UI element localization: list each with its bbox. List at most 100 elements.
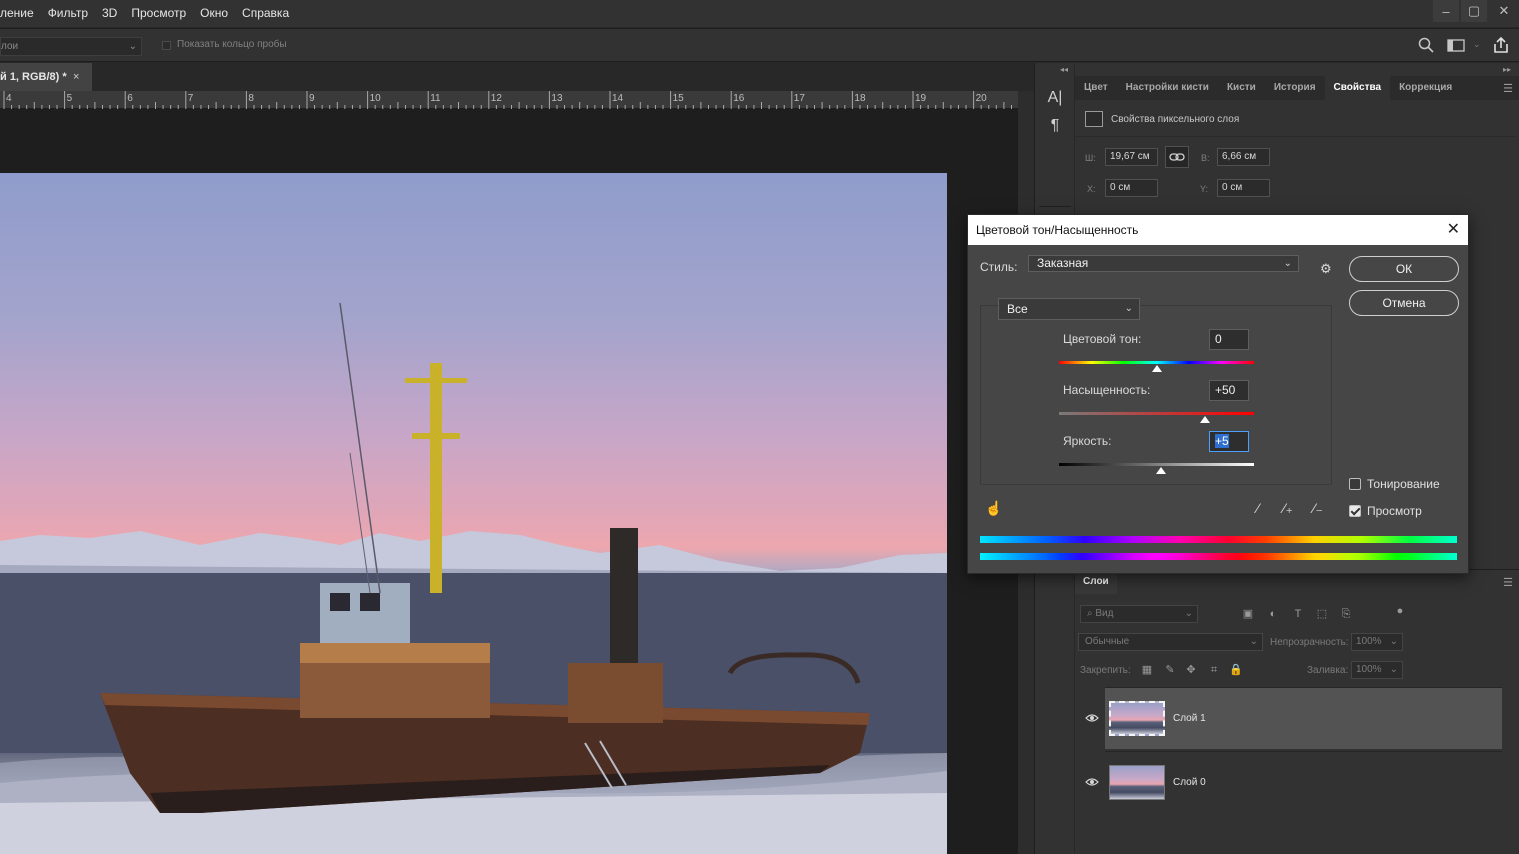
hue-field[interactable]: 0 — [1209, 329, 1249, 350]
lock-all-icon[interactable]: 🔒 — [1229, 663, 1243, 677]
lock-artboard-icon[interactable]: ⌗ — [1207, 663, 1221, 677]
lock-transparency-icon[interactable]: ▦ — [1140, 663, 1154, 677]
lightness-field[interactable]: +5 — [1209, 431, 1249, 452]
menu-view[interactable]: Просмотр — [124, 0, 193, 27]
ok-button[interactable]: ОК — [1349, 256, 1459, 282]
lightness-slider-thumb[interactable] — [1156, 467, 1167, 474]
ruler-label: 20 — [975, 93, 987, 104]
tab-brushes[interactable]: Кисти — [1218, 76, 1265, 100]
layers-panel: Слои ☰ ⌕ Вид ⌄ ▣ ◐ T ⬚ ⎘ ● Обычные ⌄ Неп… — [1075, 569, 1519, 854]
saturation-field[interactable]: +50 — [1209, 380, 1249, 401]
x-field[interactable]: 0 см — [1105, 179, 1158, 197]
canvas-area[interactable] — [0, 109, 1018, 854]
workspace-icon[interactable] — [1447, 39, 1465, 52]
lightness-slider-track[interactable] — [1059, 463, 1254, 466]
saturation-slider-thumb[interactable] — [1200, 416, 1211, 423]
menu-filter[interactable]: Фильтр — [41, 0, 95, 27]
document-tabs: й 1, RGB/8) * × — [0, 63, 1034, 91]
layer-thumbnail — [1109, 765, 1165, 800]
x-label: X: — [1087, 184, 1096, 194]
document-tab[interactable]: й 1, RGB/8) * × — [0, 63, 92, 91]
eyedropper-minus-icon[interactable]: ⁄₋ — [1308, 498, 1328, 518]
collapse-icon[interactable]: ◂◂ — [1060, 65, 1068, 74]
filter-smartobject-icon[interactable]: ⎘ — [1339, 607, 1353, 621]
height-field[interactable]: 6,66 см — [1217, 148, 1270, 166]
opacity-value: 100% — [1356, 636, 1382, 647]
collapse-icon[interactable]: ▸▸ — [1503, 65, 1511, 74]
layer-row[interactable]: Слой 0 — [1085, 751, 1502, 813]
layer-filter-select[interactable]: ⌕ Вид ⌄ — [1080, 605, 1198, 623]
filter-pixel-icon[interactable]: ▣ — [1241, 607, 1255, 621]
menu-help[interactable]: Справка — [235, 0, 296, 27]
preview-checkbox[interactable] — [1349, 505, 1361, 517]
layer-name[interactable]: Слой 0 — [1173, 777, 1206, 788]
ruler-label: 16 — [733, 93, 745, 104]
ruler-label: 15 — [672, 93, 684, 104]
gear-icon[interactable]: ⚙ — [1320, 261, 1338, 279]
colorize-checkbox[interactable] — [1349, 478, 1361, 490]
chevron-down-icon[interactable]: ⌄ — [1473, 39, 1481, 50]
sample-layer-value: лои — [1, 41, 19, 52]
menu-window[interactable]: Окно — [193, 0, 235, 27]
minimize-button[interactable]: – — [1433, 0, 1459, 22]
blend-mode-select[interactable]: Обычные ⌄ — [1078, 633, 1263, 651]
link-dimensions-button[interactable] — [1165, 146, 1189, 168]
divider — [1039, 206, 1071, 207]
targeted-adjustment-hand-icon[interactable]: ☝ — [984, 498, 1004, 518]
sample-layer-select[interactable]: лои ⌄ — [0, 37, 142, 56]
share-icon[interactable] — [1492, 36, 1510, 54]
saturation-slider-track[interactable] — [1059, 412, 1254, 415]
filter-type-icon[interactable]: T — [1291, 607, 1305, 621]
close-icon[interactable]: × — [73, 63, 79, 91]
tab-adjustments[interactable]: Коррекция — [1390, 76, 1461, 100]
style-select[interactable]: Заказная ⌄ — [1028, 255, 1299, 272]
y-field[interactable]: 0 см — [1217, 179, 1270, 197]
eye-icon[interactable] — [1085, 776, 1099, 788]
restore-button[interactable]: ▢ — [1461, 0, 1487, 22]
cancel-button[interactable]: Отмена — [1349, 290, 1459, 316]
channel-select[interactable]: Все ⌄ — [998, 298, 1140, 320]
lock-paint-icon[interactable]: ✎ — [1163, 663, 1177, 677]
hue-slider-track[interactable] — [1059, 361, 1254, 364]
filter-adjustment-icon[interactable]: ◐ — [1266, 607, 1280, 621]
ruler-label: 5 — [66, 93, 73, 104]
ruler-label: 4 — [6, 93, 12, 104]
ruler-label: 8 — [248, 93, 254, 104]
shipwreck-photo — [0, 302, 947, 854]
lock-move-icon[interactable]: ✥ — [1184, 663, 1198, 677]
opacity-field[interactable]: 100% ⌄ — [1351, 633, 1403, 651]
width-field[interactable]: 19,67 см — [1105, 148, 1158, 166]
tab-brush-settings[interactable]: Настройки кисти — [1117, 76, 1218, 100]
filter-toggle-icon[interactable]: ● — [1393, 604, 1407, 618]
link-icon — [1169, 153, 1185, 161]
eyedropper-plus-icon[interactable]: ⁄₊ — [1278, 498, 1298, 518]
chevron-down-icon: ⌄ — [1184, 608, 1193, 619]
ruler-label: 7 — [187, 93, 194, 104]
document-image[interactable] — [0, 173, 947, 854]
channel-value: Все — [1007, 302, 1028, 316]
menu-edit[interactable]: ление — [0, 0, 41, 27]
menu-3d[interactable]: 3D — [95, 0, 124, 27]
colorize-label: Тонирование — [1367, 477, 1440, 491]
hue-slider-thumb[interactable] — [1151, 365, 1162, 372]
paragraph-panel-icon[interactable]: ¶ — [1044, 115, 1066, 137]
search-icon[interactable] — [1418, 37, 1434, 53]
panel-menu-icon[interactable]: ☰ — [1503, 82, 1513, 95]
layer-name[interactable]: Слой 1 — [1173, 713, 1206, 724]
panel-menu-icon[interactable]: ☰ — [1503, 576, 1513, 589]
layer-row[interactable]: Слой 1 — [1085, 687, 1502, 749]
eye-icon[interactable] — [1085, 712, 1099, 724]
chevron-down-icon: ⌄ — [1389, 664, 1398, 675]
sample-ring-checkbox[interactable] — [162, 41, 171, 50]
close-icon[interactable]: ✕ — [1447, 215, 1460, 245]
ruler-label: 14 — [612, 93, 624, 104]
close-window-button[interactable]: ✕ — [1489, 0, 1519, 22]
horizontal-ruler: 4 5 6 7 8 9 10 11 12 13 14 15 16 17 18 19 20 — [0, 91, 1018, 109]
fill-field[interactable]: 100% ⌄ — [1351, 661, 1403, 679]
character-panel-icon[interactable]: A| — [1044, 87, 1066, 109]
filter-shape-icon[interactable]: ⬚ — [1315, 607, 1329, 621]
tab-color[interactable]: Цвет — [1075, 76, 1117, 100]
eyedropper-icon[interactable]: ⁄ — [1248, 498, 1268, 518]
tab-properties[interactable]: Свойства — [1324, 76, 1391, 100]
tab-history[interactable]: История — [1265, 76, 1325, 100]
